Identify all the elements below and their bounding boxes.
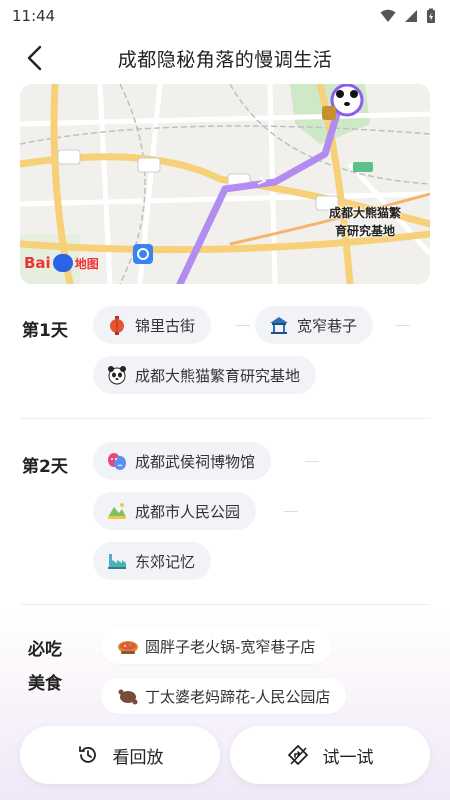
pavilion-icon: [270, 317, 288, 334]
try-label: 试一试: [322, 747, 374, 768]
logo-ditu-text: 地图: [74, 256, 99, 271]
back-arrow-icon[interactable]: [22, 44, 50, 72]
opera-mask-icon: [108, 453, 126, 470]
stop-name: 成都市人民公园: [135, 502, 241, 521]
panda-marker-icon[interactable]: [330, 84, 364, 117]
status-icons: [380, 8, 436, 24]
stop-name: 成都大熊猫繁育研究基地: [135, 366, 301, 385]
connector: [396, 325, 410, 326]
paw-icon: [52, 254, 73, 272]
history-icon: [78, 746, 96, 763]
food-label-line1: 必吃: [28, 640, 62, 660]
connector: [284, 511, 298, 512]
factory-icon: [108, 554, 126, 569]
day-2-label: 第2天: [22, 457, 68, 477]
header: 成都隐秘角落的慢调生活: [0, 36, 450, 80]
replay-label: 看回放: [112, 747, 164, 768]
navigation-icon: [287, 745, 308, 765]
baidu-map-logo: Bai 地图: [24, 254, 99, 272]
hotpot-icon: [118, 641, 138, 654]
connector: [236, 325, 250, 326]
status-bar: 11:44: [0, 0, 450, 32]
trotter-icon: [118, 689, 138, 705]
stop-panda-base[interactable]: 成都大熊猫繁育研究基地: [93, 356, 317, 394]
stop-name: 东郊记忆: [135, 552, 196, 571]
food-name: 丁太婆老妈蹄花-人民公园店: [145, 687, 331, 706]
route-map[interactable]: 成都大熊猫繁 育研究基地 Bai 地图: [20, 84, 430, 284]
stop-dongjiao[interactable]: 东郊记忆: [93, 542, 212, 580]
stop-kuanzhai[interactable]: 宽窄巷子: [255, 306, 374, 344]
wifi-icon: [380, 9, 396, 22]
map-poi-label: 成都大熊猫繁 育研究基地: [305, 204, 425, 240]
stop-peoples-park[interactable]: 成都市人民公园: [93, 492, 257, 530]
food-item-trotter[interactable]: 丁太婆老妈蹄花-人民公园店: [101, 678, 347, 714]
food-label-line2: 美食: [28, 674, 62, 694]
stop-jinli[interactable]: 锦里古街: [93, 306, 212, 344]
day-1-label: 第1天: [22, 321, 68, 341]
logo-bai-text: Bai: [24, 254, 51, 272]
signal-icon: [405, 10, 417, 22]
food-name: 圆胖子老火锅-宽窄巷子店: [145, 637, 316, 656]
status-time: 11:44: [12, 7, 56, 25]
panda-icon: [108, 366, 126, 385]
page-title: 成都隐秘角落的慢调生活: [117, 48, 333, 71]
stop-name: 宽窄巷子: [297, 316, 358, 335]
try-button[interactable]: 试一试: [230, 726, 430, 784]
poi-label-line2: 育研究基地: [334, 224, 395, 238]
replay-button[interactable]: 看回放: [20, 726, 220, 784]
stop-name: 锦里古街: [135, 316, 196, 335]
food-item-hotpot[interactable]: 圆胖子老火锅-宽窄巷子店: [101, 628, 332, 664]
lantern-icon: [110, 316, 124, 335]
divider: [20, 604, 430, 605]
poi-label-line1: 成都大熊猫繁: [328, 206, 401, 220]
stop-name: 成都武侯祠博物馆: [135, 452, 256, 471]
divider: [20, 418, 430, 419]
battery-icon: [427, 8, 435, 23]
park-icon: [108, 503, 126, 519]
subway-station-icon: [133, 244, 153, 264]
connector: [305, 461, 319, 462]
stop-wuhou[interactable]: 成都武侯祠博物馆: [93, 442, 272, 480]
